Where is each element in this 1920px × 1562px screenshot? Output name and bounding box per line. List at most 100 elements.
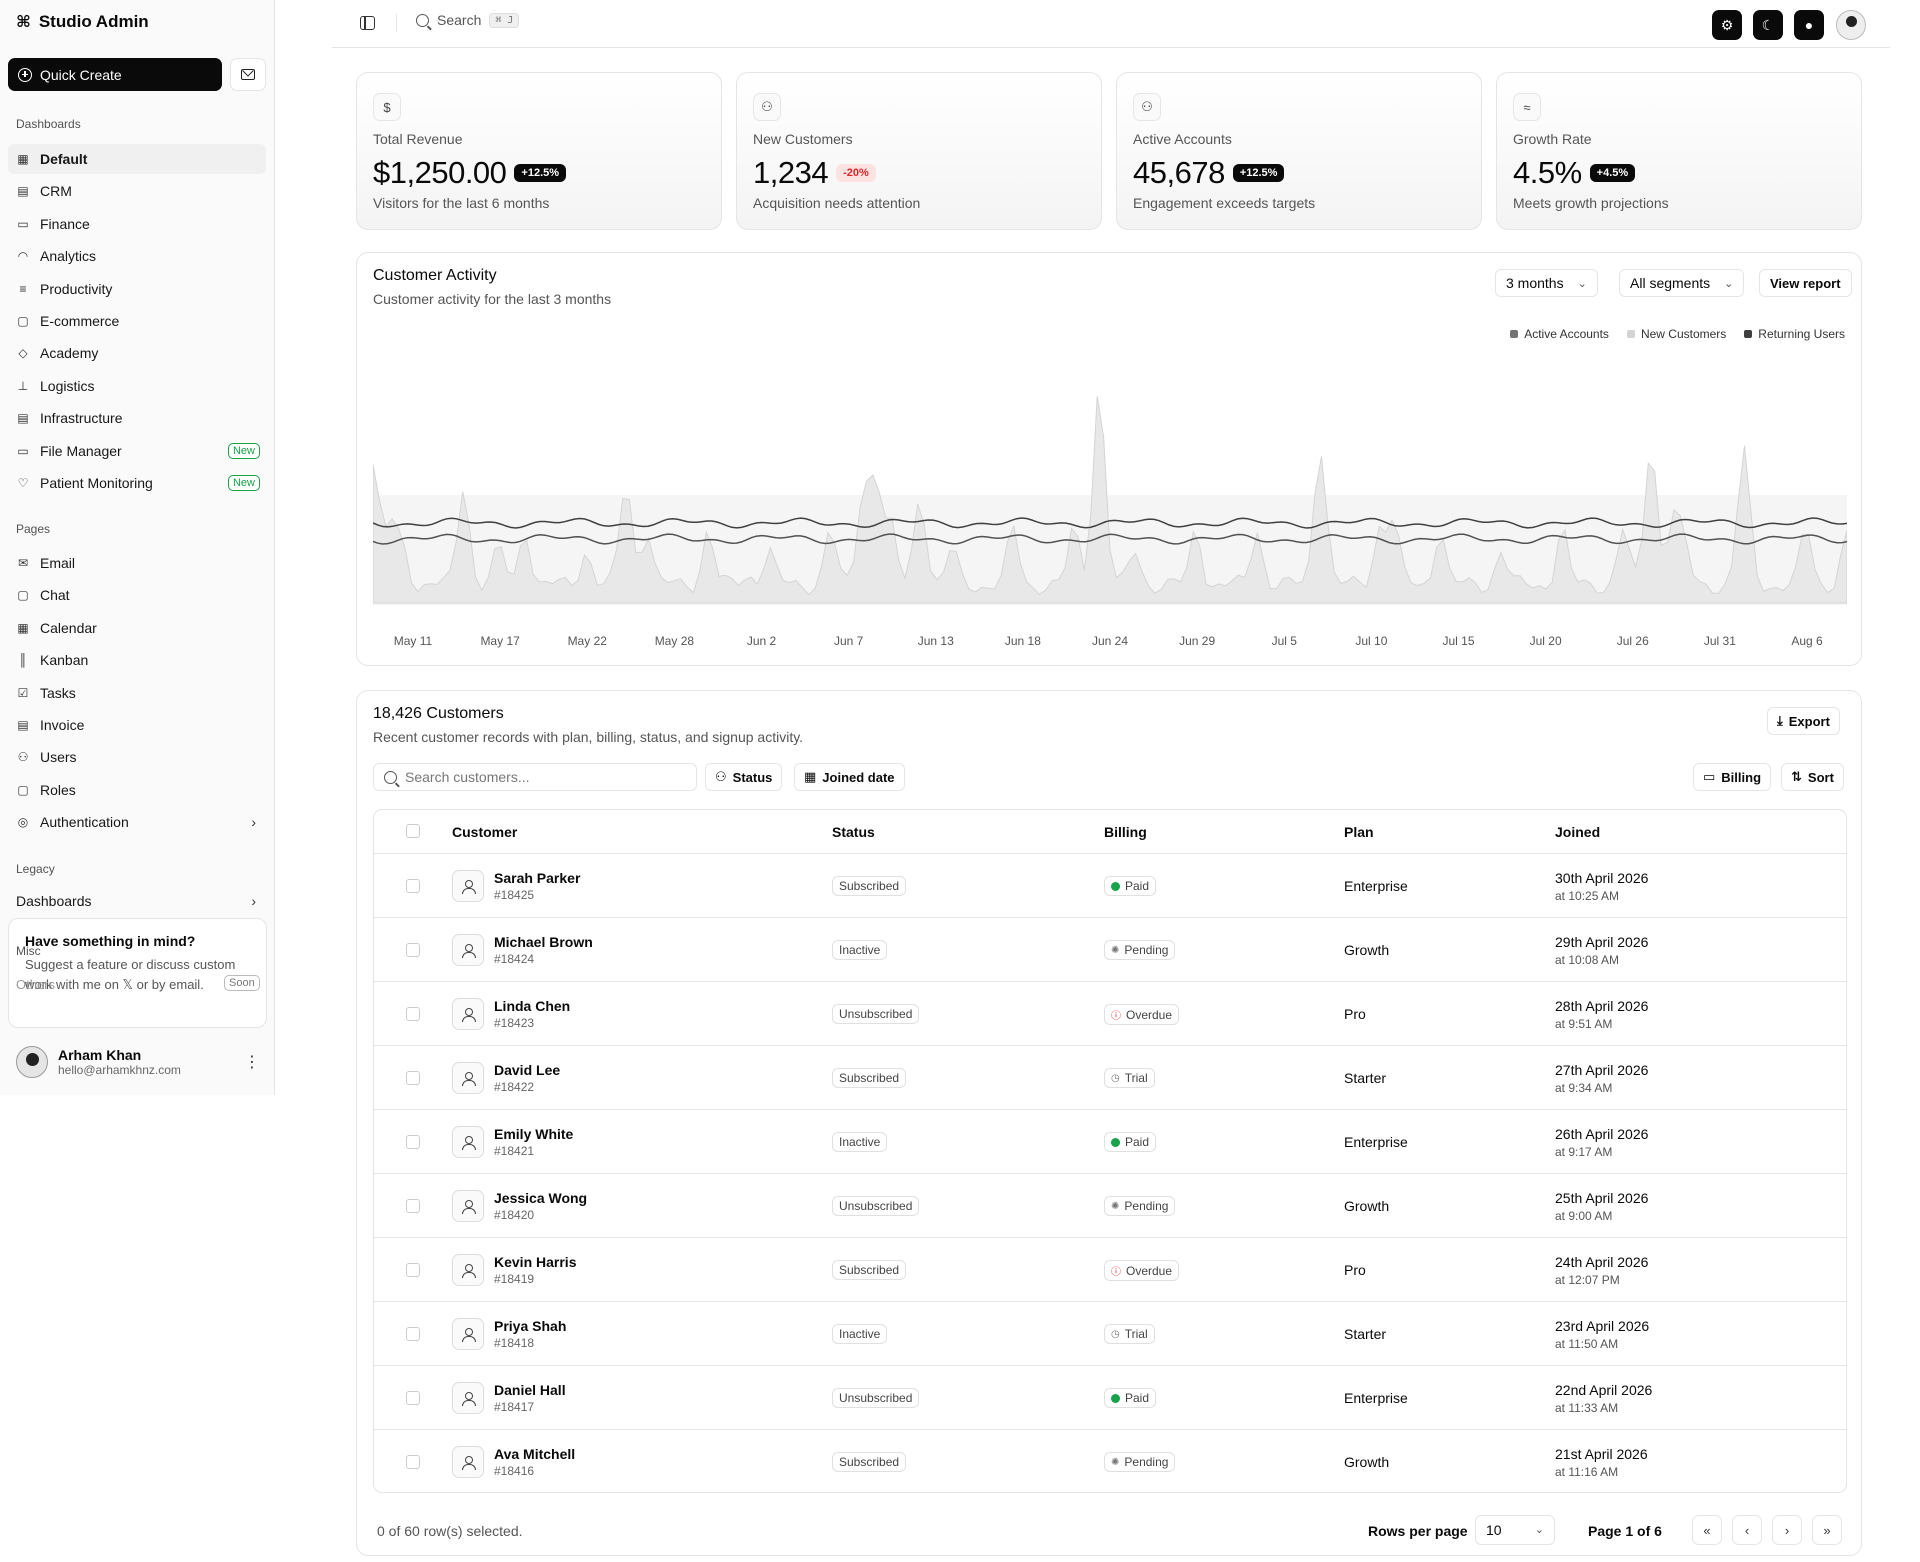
- customer-id: #18424: [494, 952, 535, 966]
- shortcut-hint: ⌘ J: [489, 12, 520, 28]
- table-row[interactable]: Emily White #18421 Inactive Paid Enterprise 2…: [374, 1110, 1846, 1174]
- stat-card-new-customers: ⚇ New Customers 1,234 -20% Acquisition needs…: [736, 72, 1102, 230]
- sidebar-item-chat[interactable]: ▢ Chat: [8, 580, 266, 610]
- delta-badge: +4.5%: [1589, 164, 1636, 182]
- table-row[interactable]: Kevin Harris #18419 Subscribed ⓘ Overdue Pro 2…: [374, 1238, 1846, 1302]
- sidebar-item-academy[interactable]: ◇ Academy: [8, 338, 266, 368]
- table-row[interactable]: Michael Brown #18424 Inactive ✺ Pending Growt…: [374, 918, 1846, 982]
- sidebar-item-calendar[interactable]: ▦ Calendar: [8, 613, 266, 643]
- checklist-icon: ≡: [19, 281, 27, 296]
- table-row[interactable]: Jessica Wong #18420 Unsubscribed ✺ Pending Gr…: [374, 1174, 1846, 1238]
- chevron-left-icon: ‹: [1744, 1522, 1750, 1538]
- billing-label: Trial: [1124, 1071, 1148, 1085]
- brand[interactable]: ⌘ Studio Admin: [16, 12, 149, 32]
- stat-subtitle: Meets growth projections: [1513, 195, 1669, 211]
- avatar: [452, 1254, 484, 1286]
- joined-date: 23rd April 2026: [1555, 1318, 1650, 1334]
- avatar: [452, 998, 484, 1030]
- sidebar-item-finance[interactable]: ▭ Finance: [8, 209, 266, 239]
- sidebar-item-authentication[interactable]: ◎ Authentication ›: [8, 807, 266, 837]
- billing-filter-button[interactable]: ▭ Billing: [1693, 763, 1772, 791]
- sidebar-item-tasks[interactable]: ☑ Tasks: [8, 678, 266, 708]
- quick-create-button[interactable]: Quick Create: [8, 58, 222, 91]
- sidebar-item-legacy-dashboards[interactable]: Dashboards ›: [8, 886, 266, 916]
- sidebar-item-invoice[interactable]: ▤ Invoice: [8, 710, 266, 740]
- avatar[interactable]: [1836, 10, 1866, 40]
- chevrons-left-icon: «: [1703, 1522, 1711, 1538]
- avatar: [452, 1062, 484, 1094]
- row-checkbox[interactable]: [406, 1391, 420, 1405]
- segment-select[interactable]: All segments ⌄: [1619, 269, 1745, 297]
- table-row[interactable]: Sarah Parker #18425 Subscribed Paid Enterpri…: [374, 854, 1846, 918]
- last-page-button[interactable]: »: [1812, 1515, 1842, 1545]
- sidebar-item-crm[interactable]: ▤ CRM: [8, 176, 266, 206]
- export-button[interactable]: ⤓ Export: [1767, 707, 1840, 735]
- sidebar-item-productivity[interactable]: ≡ Productivity: [8, 274, 266, 304]
- sidebar-item-default[interactable]: ▦ Default: [8, 144, 266, 174]
- view-report-button[interactable]: View report: [1759, 269, 1852, 297]
- theme-toggle-button[interactable]: ☾: [1753, 10, 1783, 40]
- sidebar-item-others[interactable]: Others: [16, 977, 55, 992]
- first-page-button[interactable]: «: [1692, 1515, 1722, 1545]
- x-tick-label: May 11: [394, 634, 433, 648]
- more-vertical-icon[interactable]: ⋮: [244, 1052, 260, 1072]
- customer-id: #18418: [494, 1336, 535, 1350]
- row-checkbox[interactable]: [406, 1135, 420, 1149]
- sidebar-item-e-commerce[interactable]: ▢ E-commerce: [8, 306, 266, 336]
- sort-button[interactable]: ⇅ Sort: [1781, 763, 1844, 791]
- rows-per-page-select[interactable]: 10 ⌄: [1475, 1515, 1555, 1545]
- prev-page-button[interactable]: ‹: [1732, 1515, 1762, 1545]
- select-all-checkbox[interactable]: [406, 824, 420, 838]
- status-filter-button[interactable]: ⚇ Status: [705, 763, 783, 791]
- row-checkbox[interactable]: [406, 1327, 420, 1341]
- banknote-icon: ▭: [17, 216, 29, 231]
- sidebar-item-users[interactable]: ⚇ Users: [8, 742, 266, 772]
- column-status[interactable]: Status: [832, 824, 875, 840]
- table-row[interactable]: Ava Mitchell #18416 Subscribed ✺ Pending Grow…: [374, 1430, 1846, 1492]
- column-joined[interactable]: Joined: [1555, 824, 1600, 840]
- overdue-icon: ⓘ: [1111, 1267, 1121, 1278]
- stat-subtitle: Acquisition needs attention: [753, 195, 921, 211]
- sidebar-item-kanban[interactable]: ║ Kanban: [8, 645, 266, 675]
- billing-badge: ✺ Pending: [1104, 1196, 1176, 1216]
- sidebar-item-analytics[interactable]: ◠ Analytics: [8, 241, 266, 271]
- row-checkbox[interactable]: [406, 1007, 420, 1021]
- customer-search-input[interactable]: Search customers...: [373, 763, 697, 791]
- user-icon: [462, 880, 476, 894]
- row-checkbox[interactable]: [406, 943, 420, 957]
- stat-value-row: 4.5% +4.5%: [1513, 155, 1845, 191]
- user-plus-icon: ⚇: [753, 93, 781, 121]
- row-checkbox[interactable]: [406, 1455, 420, 1469]
- sidebar-item-roles[interactable]: ▢ Roles: [8, 775, 266, 805]
- sidebar-item-file-manager[interactable]: ▭ File Manager New: [8, 436, 266, 466]
- sidebar-toggle-icon[interactable]: [360, 16, 375, 30]
- table-row[interactable]: Daniel Hall #18417 Unsubscribed Paid Enterpr…: [374, 1366, 1846, 1430]
- sidebar-item-email[interactable]: ✉ Email: [8, 548, 266, 578]
- sidebar-item-logistics[interactable]: ⊥ Logistics: [8, 371, 266, 401]
- range-select[interactable]: 3 months ⌄: [1495, 269, 1598, 297]
- column-plan[interactable]: Plan: [1344, 824, 1374, 840]
- stat-value: 4.5%: [1513, 155, 1582, 190]
- column-billing[interactable]: Billing: [1104, 824, 1147, 840]
- column-customer[interactable]: Customer: [452, 824, 517, 840]
- inbox-button[interactable]: [230, 58, 266, 91]
- next-page-button[interactable]: ›: [1772, 1515, 1802, 1545]
- row-checkbox[interactable]: [406, 1071, 420, 1085]
- table-row[interactable]: David Lee #18422 Subscribed ◷ Trial Starter 27…: [374, 1046, 1846, 1110]
- search-trigger[interactable]: Search ⌘ J: [416, 12, 520, 28]
- table-row[interactable]: Priya Shah #18418 Inactive ◷ Trial Starter 23r…: [374, 1302, 1846, 1366]
- user-menu[interactable]: Arham Khan hello@arhamkhnz.com ⋮: [16, 1042, 266, 1082]
- stat-subtitle: Engagement exceeds targets: [1133, 195, 1316, 211]
- row-checkbox[interactable]: [406, 879, 420, 893]
- sidebar-item-patient-monitoring[interactable]: ♡ Patient Monitoring New: [8, 468, 266, 498]
- sidebar-item-infrastructure[interactable]: ▤ Infrastructure: [8, 403, 266, 433]
- view-report-label: View report: [1770, 275, 1841, 291]
- table-row[interactable]: Linda Chen #18423 Unsubscribed ⓘ Overdue Pro 2…: [374, 982, 1846, 1046]
- github-button[interactable]: ●: [1794, 10, 1824, 40]
- row-checkbox[interactable]: [406, 1263, 420, 1277]
- row-checkbox[interactable]: [406, 1199, 420, 1213]
- sidebar-item-label: Tasks: [40, 684, 76, 701]
- joined-date-filter-button[interactable]: ▦ Joined date: [794, 763, 905, 791]
- settings-button[interactable]: ⚙: [1712, 10, 1742, 40]
- joined-time: at 9:00 AM: [1555, 1209, 1613, 1223]
